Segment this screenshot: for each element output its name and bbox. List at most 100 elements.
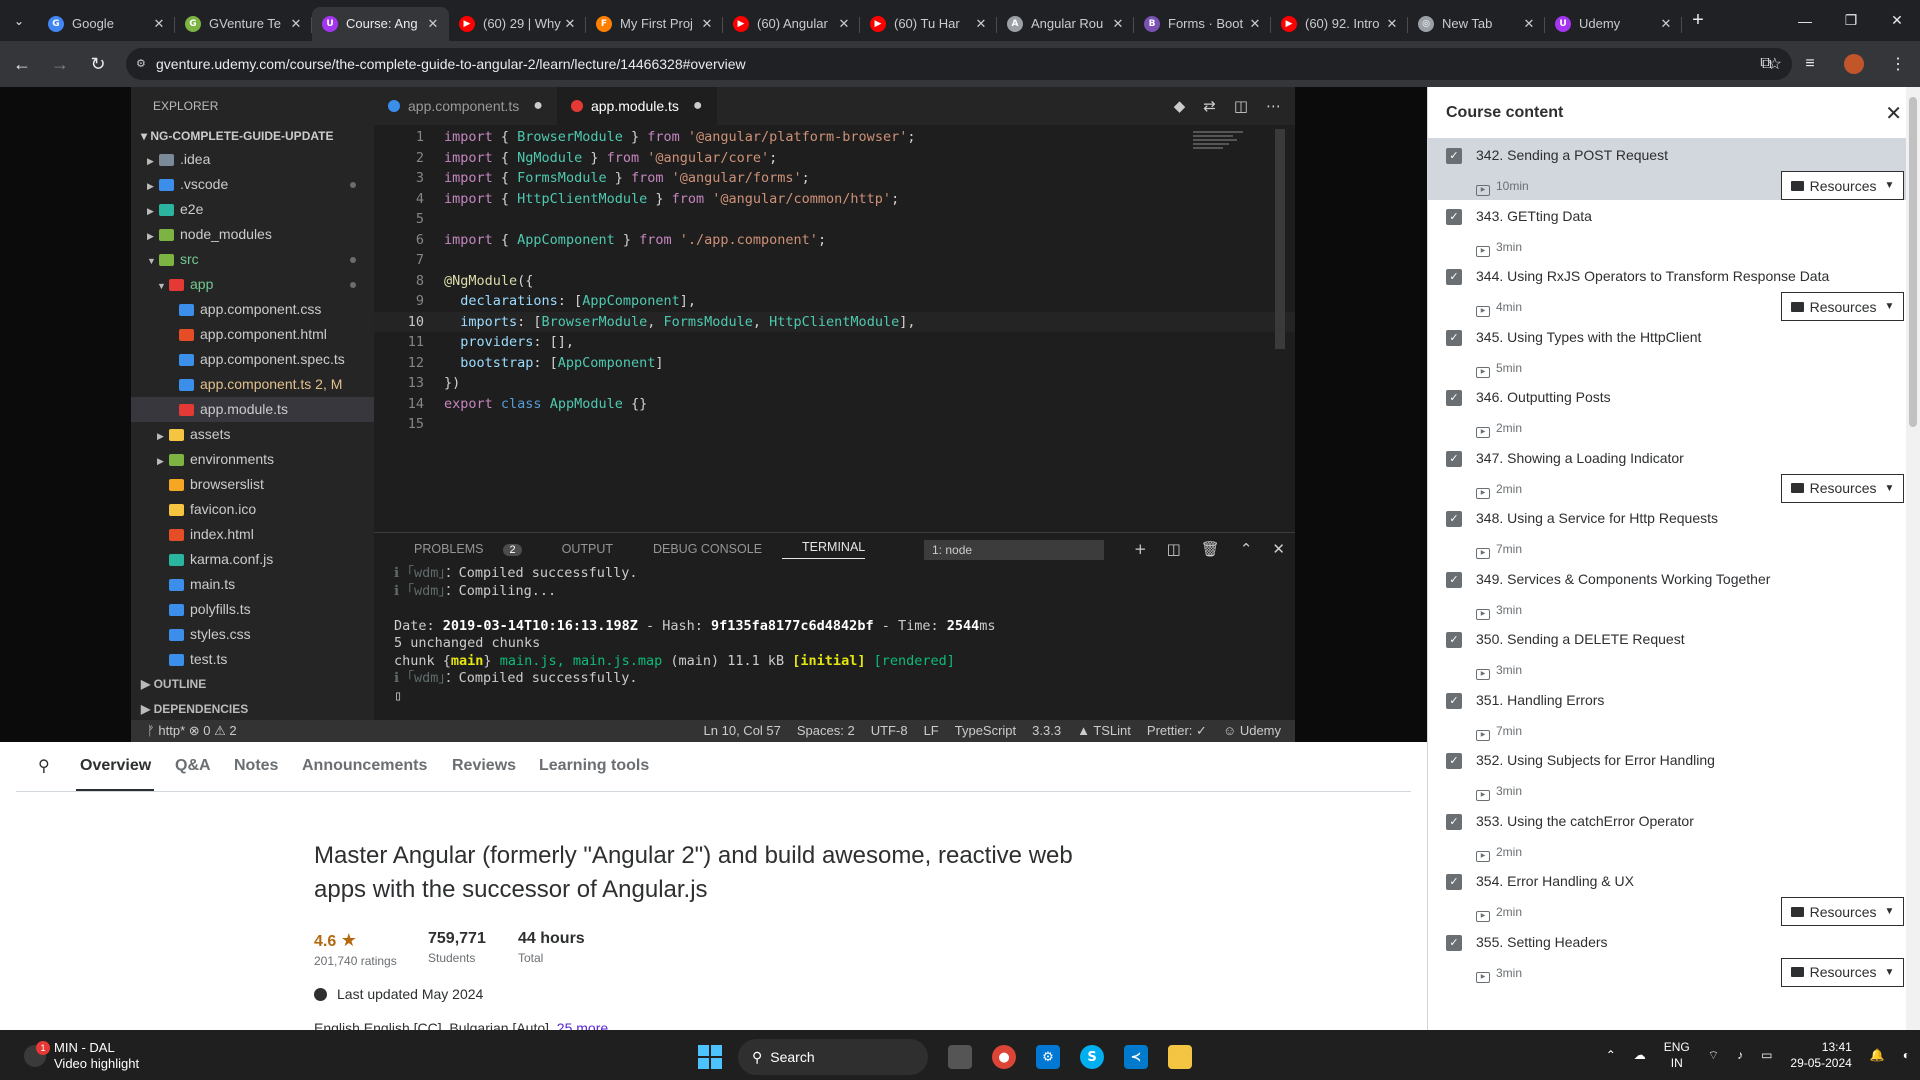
new-tab-button[interactable]: +: [1682, 9, 1714, 32]
lecture-checkbox[interactable]: ✓: [1446, 813, 1462, 830]
lecture-checkbox[interactable]: ✓: [1446, 632, 1462, 648]
tab-close-icon[interactable]: ✕: [1521, 16, 1537, 32]
task-view-icon[interactable]: [938, 1037, 982, 1077]
tab-close-icon[interactable]: ✕: [1658, 16, 1674, 32]
browser-tab[interactable]: ▶ (60) 92. Intro ✕: [1271, 7, 1408, 41]
course-tab-reviews[interactable]: Reviews: [452, 757, 516, 775]
close-sidebar-icon[interactable]: ✕: [1885, 101, 1902, 126]
language-indicator[interactable]: ENG IN: [1664, 1039, 1690, 1071]
course-tab-q-a[interactable]: Q&A: [175, 757, 211, 775]
tab-close-icon[interactable]: ✕: [836, 16, 852, 32]
extensions-icon[interactable]: ⧉: [1744, 55, 1788, 73]
battery-icon[interactable]: ▭: [1761, 1047, 1772, 1063]
tab-close-icon[interactable]: ✕: [151, 16, 167, 32]
resources-button[interactable]: Resources ▼: [1781, 473, 1904, 503]
browser-tab[interactable]: A Angular Rou ✕: [997, 7, 1134, 41]
course-tab-overview[interactable]: Overview: [80, 757, 151, 775]
notifications-icon[interactable]: 🔔: [1870, 1047, 1885, 1063]
onedrive-icon[interactable]: ☁: [1634, 1047, 1646, 1063]
lecture-item[interactable]: ✓ 349. Services & Components Working Toge…: [1428, 563, 1920, 624]
tab-search-icon[interactable]: ⌄: [0, 0, 38, 41]
menu-icon[interactable]: ⋮: [1876, 54, 1920, 74]
browser-tab[interactable]: ▶ (60) Angular ✕: [723, 7, 860, 41]
lecture-checkbox[interactable]: ✓: [1446, 571, 1462, 588]
lecture-item[interactable]: ✓ 350. Sending a DELETE Request ▶ 3min: [1428, 623, 1920, 684]
file-explorer-icon[interactable]: [1158, 1037, 1202, 1077]
resources-button[interactable]: Resources ▼: [1781, 897, 1904, 926]
tab-close-icon[interactable]: ✕: [425, 16, 441, 32]
lecture-item[interactable]: ✓ 346. Outputting Posts ▶ 2min: [1428, 381, 1920, 442]
course-tab-notes[interactable]: Notes: [234, 757, 278, 775]
reload-icon[interactable]: ↻: [82, 48, 114, 80]
restore-icon[interactable]: ❐: [1828, 0, 1874, 41]
resources-button[interactable]: Resources ▼: [1781, 171, 1904, 200]
chrome-icon[interactable]: ●: [982, 1037, 1026, 1077]
lecture-checkbox[interactable]: ✓: [1446, 329, 1462, 346]
lecture-item[interactable]: ✓ 347. Showing a Loading Indicator ▶ 2min Re…: [1428, 442, 1920, 503]
wifi-icon[interactable]: ⌔: [1708, 1047, 1719, 1063]
lecture-checkbox[interactable]: ✓: [1446, 269, 1462, 285]
browser-tab[interactable]: G Google ✕: [38, 7, 175, 41]
browser-tab[interactable]: U Udemy ✕: [1545, 7, 1682, 41]
weather-widget[interactable]: 1 MIN - DAL Video highlight: [24, 1040, 139, 1072]
browser-tab[interactable]: ◎ New Tab ✕: [1408, 7, 1545, 41]
tab-close-icon[interactable]: ✕: [1110, 16, 1126, 32]
tab-close-icon[interactable]: ✕: [973, 16, 989, 32]
skype-icon[interactable]: S: [1070, 1037, 1114, 1077]
lecture-item[interactable]: ✓ 344. Using RxJS Operators to Transform …: [1428, 260, 1920, 321]
lecture-checkbox[interactable]: ✓: [1446, 753, 1462, 769]
page-scroll-thumb[interactable]: [1909, 97, 1917, 427]
browser-tab[interactable]: B Forms · Boot ✕: [1134, 7, 1271, 41]
lecture-item[interactable]: ✓ 342. Sending a POST Request ▶ 10min Resour…: [1428, 139, 1920, 200]
tab-close-icon[interactable]: ✕: [1247, 16, 1263, 32]
resources-button[interactable]: Resources ▼: [1781, 292, 1904, 321]
address-bar[interactable]: ⚙ gventure.udemy.com/course/the-complete…: [126, 48, 1792, 80]
search-icon[interactable]: ⚲: [38, 756, 50, 776]
taskbar-search[interactable]: ⚲ Search: [738, 1039, 928, 1075]
course-tab-announcements[interactable]: Announcements: [302, 757, 427, 775]
back-icon[interactable]: ←: [6, 48, 38, 80]
lecture-checkbox[interactable]: ✓: [1446, 692, 1462, 709]
tab-close-icon[interactable]: ✕: [699, 16, 715, 32]
lecture-checkbox[interactable]: ✓: [1446, 934, 1462, 951]
tab-close-icon[interactable]: ✕: [288, 16, 304, 32]
lecture-item[interactable]: ✓ 353. Using the catchError Operator ▶ 2min: [1428, 805, 1920, 866]
lecture-item[interactable]: ✓ 343. GETting Data ▶ 3min: [1428, 200, 1920, 261]
lecture-checkbox[interactable]: ✓: [1446, 208, 1462, 225]
lecture-item[interactable]: ✓ 355. Setting Headers ▶ 3min Resources ▼: [1428, 926, 1920, 987]
lecture-item[interactable]: ✓ 352. Using Subjects for Error Handling ▶…: [1428, 744, 1920, 805]
profile-avatar[interactable]: [1832, 54, 1876, 74]
clock[interactable]: 13:41 29-05-2024: [1790, 1039, 1851, 1071]
video-player[interactable]: EXPLORER ▾ NG-COMPLETE-GUIDE-UPDATE ▶ .id…: [0, 87, 1427, 742]
tray-chevron-icon[interactable]: ⌃: [1606, 1047, 1616, 1063]
browser-tab[interactable]: G GVenture Te ✕: [175, 7, 312, 41]
site-info-icon[interactable]: ⚙: [136, 57, 146, 70]
lecture-checkbox[interactable]: ✓: [1446, 148, 1462, 164]
close-window-icon[interactable]: ✕: [1874, 0, 1920, 41]
lecture-item[interactable]: ✓ 345. Using Types with the HttpClient ▶ 5m…: [1428, 321, 1920, 382]
lecture-checkbox[interactable]: ✓: [1446, 874, 1462, 890]
tab-close-icon[interactable]: ✕: [562, 16, 578, 32]
languages-more-link[interactable]: 25 more: [557, 1020, 608, 1030]
lecture-checkbox[interactable]: ✓: [1446, 450, 1462, 467]
start-icon[interactable]: [698, 1045, 722, 1069]
media-icon[interactable]: ≡: [1788, 55, 1832, 73]
settings-app-icon[interactable]: ⚙: [1026, 1037, 1070, 1077]
copilot-icon[interactable]: ◐: [1903, 1047, 1910, 1063]
lecture-item[interactable]: ✓ 348. Using a Service for Http Requests ▶…: [1428, 502, 1920, 563]
vscode-app-icon[interactable]: ≺: [1114, 1037, 1158, 1077]
browser-tab[interactable]: F My First Proj ✕: [586, 7, 723, 41]
lecture-checkbox[interactable]: ✓: [1446, 390, 1462, 406]
lecture-item[interactable]: ✓ 351. Handling Errors ▶ 7min: [1428, 684, 1920, 745]
minimize-icon[interactable]: —: [1782, 0, 1828, 41]
forward-icon[interactable]: →: [44, 48, 76, 80]
course-tab-learning-tools[interactable]: Learning tools: [539, 757, 649, 775]
browser-tab[interactable]: U Course: Ang ✕: [312, 6, 449, 41]
lecture-item[interactable]: ✓ 354. Error Handling & UX ▶ 2min Resources ▼: [1428, 865, 1920, 926]
page-scrollbar[interactable]: [1906, 87, 1920, 1030]
volume-icon[interactable]: ♪: [1737, 1047, 1743, 1063]
browser-tab[interactable]: ▶ (60) Tu Har ✕: [860, 7, 997, 41]
resources-button[interactable]: Resources ▼: [1781, 957, 1904, 987]
browser-tab[interactable]: ▶ (60) 29 | Why ✕: [449, 7, 586, 41]
lecture-checkbox[interactable]: ✓: [1446, 511, 1462, 527]
